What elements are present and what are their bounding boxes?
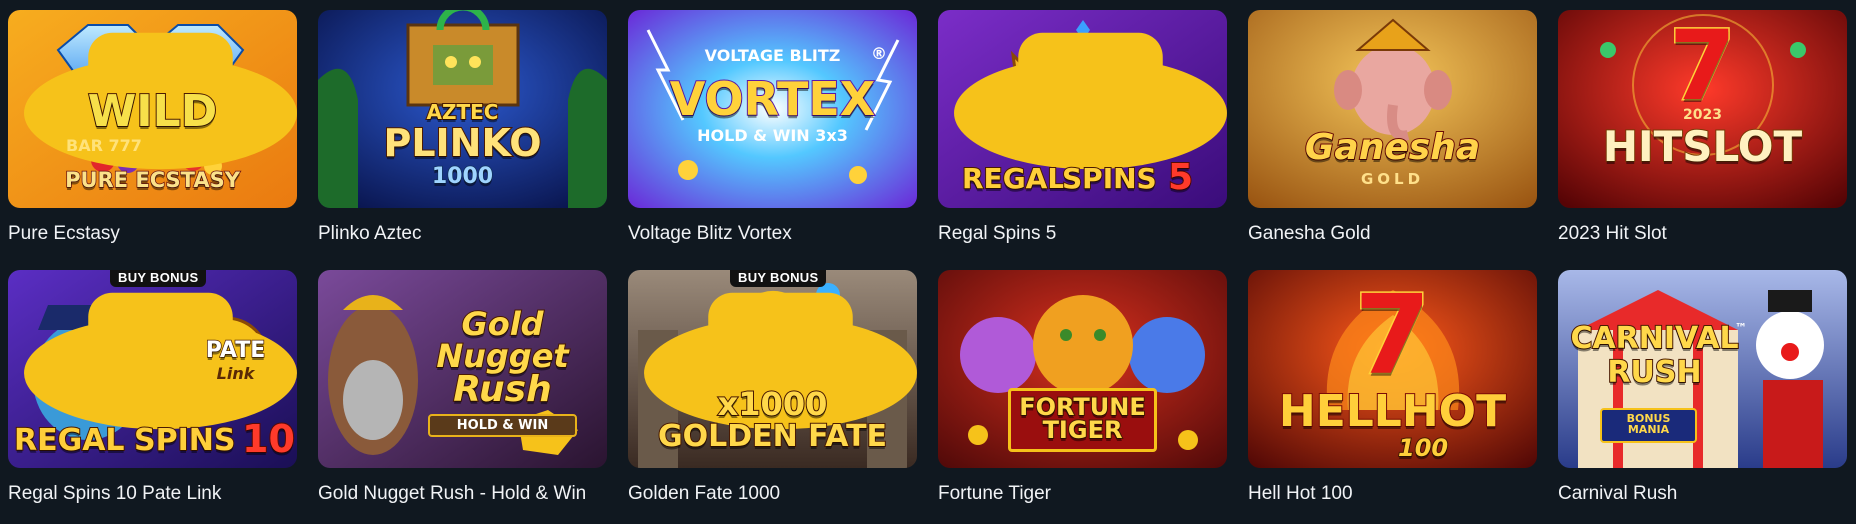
logo-line: Gold [460, 305, 544, 343]
game-thumbnail[interactable]: 7 2023 HITSLOT [1558, 10, 1847, 208]
logo-line: AZTEC [426, 100, 500, 124]
game-title[interactable]: 2023 Hit Slot [1558, 222, 1847, 246]
game-thumbnail[interactable]: Gold Nugget Rush HOLD & WIN [318, 270, 607, 468]
logo-line: GOLD [1360, 170, 1425, 188]
logo-extra: ™ [1735, 321, 1747, 335]
game-card-plinko-aztec[interactable]: AZTEC PLINKO 1000 Plinko Aztec [318, 10, 607, 256]
game-grid: WILD BAR 777 PURE ECSTASY Pure Ecstasy A… [8, 10, 1847, 516]
logo-extra: ® [871, 44, 887, 63]
game-thumbnail[interactable]: BUY BONUS x1000 GOLDEN FATE [628, 270, 917, 468]
game-card-voltage-blitz-vortex[interactable]: VOLTAGE BLITZ ® VORTEX HOLD & WIN 3x3 Vo… [628, 10, 917, 256]
logo-line: x1000 [717, 385, 829, 423]
logo-line: HELLHOT [1278, 386, 1507, 437]
game-title[interactable]: Voltage Blitz Vortex [628, 222, 917, 246]
logo-line: GOLDEN FATE [657, 419, 888, 454]
logo-line: PATE [205, 338, 266, 363]
game-title[interactable]: Plinko Aztec [318, 222, 607, 246]
logo-line: WILD [87, 86, 218, 137]
game-card-carnival-rush[interactable]: CARNIVAL ™ RUSH BONUS MANIA Carnival Rus… [1558, 270, 1847, 516]
game-title[interactable]: Hell Hot 100 [1248, 482, 1537, 506]
logo-line: MANIA [1627, 423, 1670, 436]
logo-line: Rush [452, 369, 552, 410]
game-card-pure-ecstasy[interactable]: WILD BAR 777 PURE ECSTASY Pure Ecstasy [8, 10, 297, 256]
logo-line: REGAL [961, 162, 1066, 195]
game-card-hell-hot-100[interactable]: 7 HELLHOT 100 Hell Hot 100 [1248, 270, 1537, 516]
logo-line: 7 [1353, 271, 1433, 399]
logo-line: SPINS [1061, 162, 1158, 195]
buy-bonus-badge: BUY BONUS [730, 270, 827, 287]
logo-line: TIGER [1042, 416, 1124, 444]
game-card-ganesha-gold[interactable]: Ganesha GOLD Ganesha Gold [1248, 10, 1537, 256]
game-thumbnail[interactable]: WILD BAR 777 PURE ECSTASY [8, 10, 297, 208]
logo-line: 100 [1397, 434, 1449, 462]
logo-line: Ganesha [1304, 127, 1481, 168]
logo-line: SPINS [133, 423, 236, 458]
game-card-2023-hit-slot[interactable]: 7 2023 HITSLOT 2023 Hit Slot [1558, 10, 1847, 256]
logo-line: VORTEX [669, 72, 877, 126]
logo-line: HOLD & WIN [428, 414, 577, 437]
game-thumbnail[interactable]: AZTEC PLINKO 1000 [318, 10, 607, 208]
game-thumbnail[interactable]: BUY BONUS PATE Link REGAL SPINS 10 [8, 270, 297, 468]
logo-line: 2023 [1683, 107, 1722, 123]
logo-extra: BAR 777 [66, 136, 142, 155]
logo-line: HOLD & WIN 3x3 [697, 126, 848, 145]
game-thumbnail[interactable]: VOLTAGE BLITZ ® VORTEX HOLD & WIN 3x3 [628, 10, 917, 208]
logo-line: Nugget [435, 337, 569, 375]
game-title[interactable]: Carnival Rush [1558, 482, 1847, 506]
logo-line: REGAL [13, 423, 126, 458]
game-thumbnail[interactable]: CARNIVAL ™ RUSH BONUS MANIA [1558, 270, 1847, 468]
game-title[interactable]: Regal Spins 5 [938, 222, 1227, 246]
game-title[interactable]: Pure Ecstasy [8, 222, 297, 246]
logo-line: PURE ECSTASY [64, 168, 240, 192]
logo-line: 5 [1167, 157, 1194, 198]
game-card-regal-spins-5[interactable]: REGAL SPINS 5 Regal Spins 5 [938, 10, 1227, 256]
logo-line: HITSLOT [1602, 122, 1803, 171]
logo-line: RUSH [1606, 355, 1702, 390]
game-title[interactable]: Fortune Tiger [938, 482, 1227, 506]
game-card-fortune-tiger[interactable]: FORTUNE TIGER Fortune Tiger [938, 270, 1227, 516]
logo-line: 10 [241, 417, 296, 461]
game-thumbnail[interactable]: REGAL SPINS 5 [938, 10, 1227, 208]
logo-line: PLINKO [382, 121, 542, 165]
logo-line: Link [216, 364, 255, 383]
game-card-regal-spins-10-pate-link[interactable]: BUY BONUS PATE Link REGAL SPINS 10 Regal… [8, 270, 297, 516]
game-card-golden-fate-1000[interactable]: BUY BONUS x1000 GOLDEN FATE Golden Fate … [628, 270, 917, 516]
game-thumbnail[interactable]: FORTUNE TIGER [938, 270, 1227, 468]
logo-line: CARNIVAL [1569, 321, 1739, 356]
game-card-gold-nugget-rush[interactable]: Gold Nugget Rush HOLD & WIN Gold Nugget … [318, 270, 607, 516]
game-title[interactable]: Gold Nugget Rush - Hold & Win [318, 482, 607, 506]
game-thumbnail[interactable]: Ganesha GOLD [1248, 10, 1537, 208]
game-title[interactable]: Ganesha Gold [1248, 222, 1537, 246]
game-title[interactable]: Regal Spins 10 Pate Link [8, 482, 297, 506]
game-title[interactable]: Golden Fate 1000 [628, 482, 917, 506]
logo-line: 7 [1668, 10, 1738, 122]
game-thumbnail[interactable]: 7 HELLHOT 100 [1248, 270, 1537, 468]
logo-line: 1000 [431, 164, 494, 189]
buy-bonus-badge: BUY BONUS [110, 270, 207, 287]
